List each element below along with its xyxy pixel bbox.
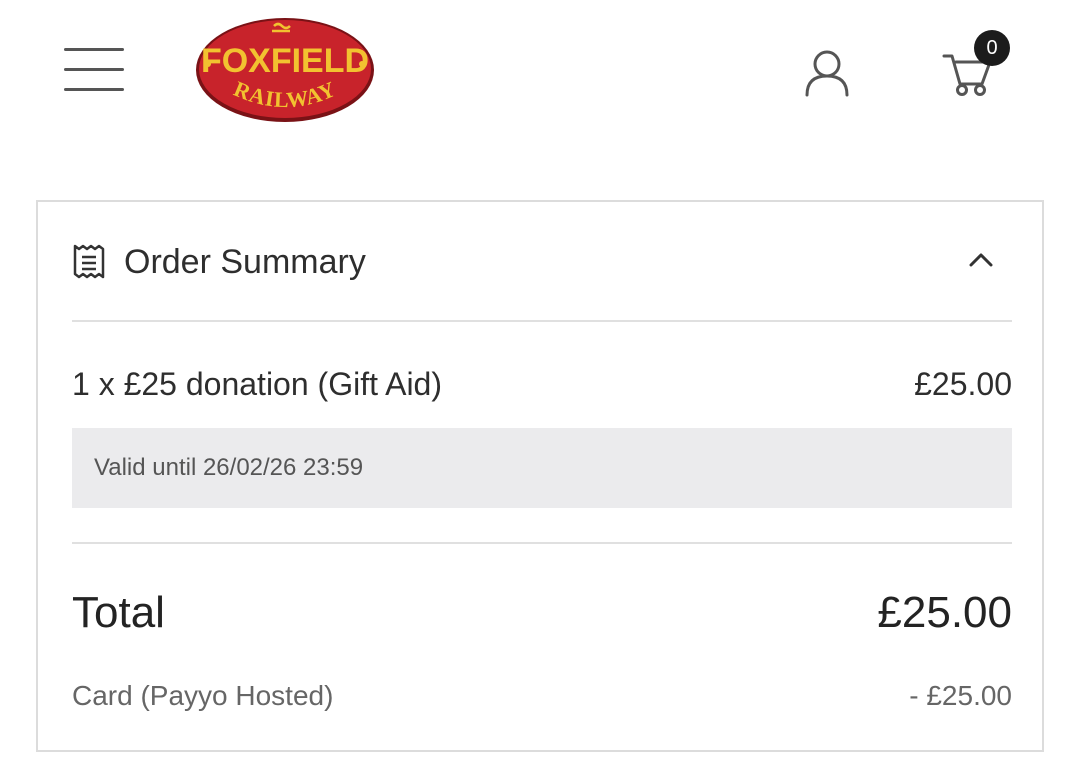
foxfield-railway-logo[interactable]: FOXFIELD RAILWAY — [190, 14, 380, 126]
payment-amount: - £25.00 — [909, 680, 1012, 711]
order-summary-toggle[interactable]: Order Summary — [72, 232, 1012, 292]
divider — [72, 542, 1012, 544]
order-summary-title: Order Summary — [124, 243, 366, 281]
total-row: Total £25.00 — [72, 586, 1012, 640]
cart-button[interactable]: 0 — [940, 30, 1016, 100]
payment-method: Card (Payyo Hosted) — [72, 680, 334, 711]
line-item-description: 1 x £25 donation (Gift Aid) — [72, 366, 442, 402]
user-icon[interactable] — [802, 48, 852, 98]
divider — [72, 320, 1012, 322]
total-amount: £25.00 — [877, 588, 1012, 637]
chevron-up-icon[interactable] — [966, 248, 996, 272]
site-header: FOXFIELD RAILWAY 0 — [0, 0, 1080, 150]
receipt-icon — [73, 244, 105, 279]
hamburger-menu-icon[interactable] — [62, 44, 126, 98]
cart-count-badge: 0 — [974, 30, 1010, 66]
line-item-price: £25.00 — [914, 366, 1012, 402]
validity-notice: Valid until 26/02/26 23:59 — [72, 428, 1012, 508]
order-line-item: 1 x £25 donation (Gift Aid) £25.00 — [72, 362, 1012, 406]
svg-text:FOXFIELD: FOXFIELD — [201, 42, 369, 80]
payment-row: Card (Payyo Hosted) - £25.00 — [72, 676, 1012, 716]
total-label: Total — [72, 588, 165, 637]
order-summary-card: Order Summary 1 x £25 donation (Gift Aid… — [36, 200, 1044, 752]
validity-text: Valid until 26/02/26 23:59 — [94, 454, 364, 481]
